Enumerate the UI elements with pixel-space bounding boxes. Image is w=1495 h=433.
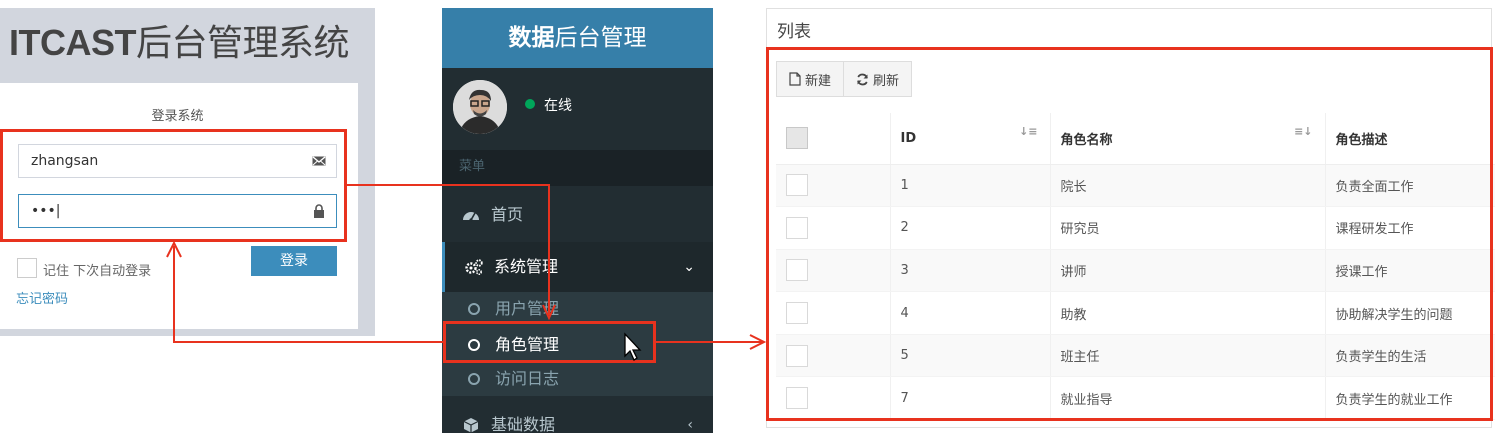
annotation-arrow-lines — [166, 184, 767, 350]
arrow-login-to-menu — [347, 184, 550, 315]
mouse-cursor-icon — [624, 332, 642, 361]
annotation-arrows — [166, 184, 767, 361]
arrow-menu-to-login — [173, 246, 443, 343]
